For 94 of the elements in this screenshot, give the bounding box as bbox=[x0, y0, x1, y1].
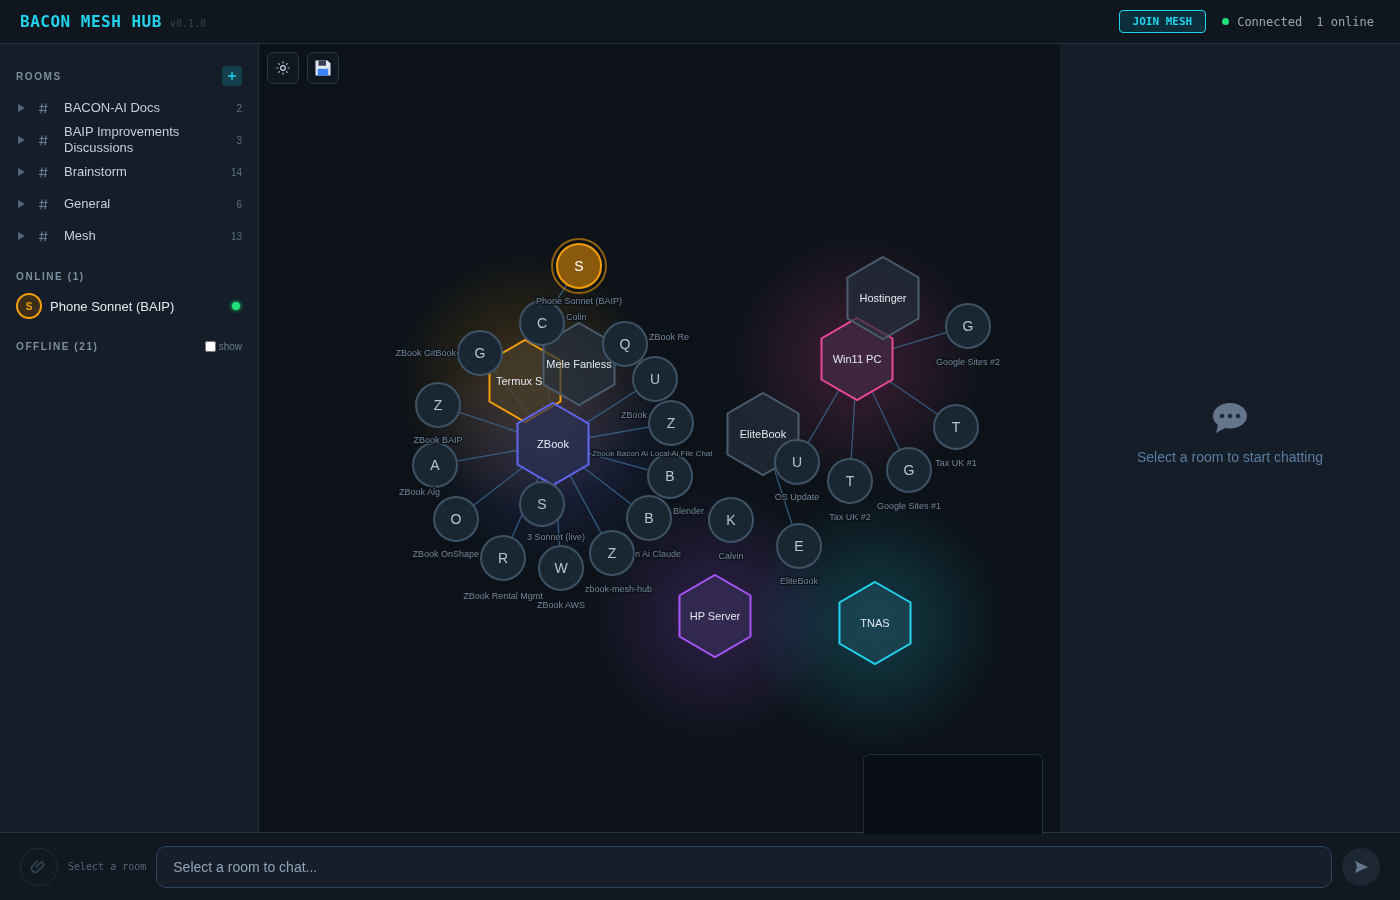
plus-icon bbox=[227, 71, 237, 81]
node-caption: OS Update bbox=[774, 492, 820, 502]
room-count: 3 bbox=[236, 134, 242, 146]
peer-node[interactable]: A bbox=[412, 442, 458, 488]
peer-node[interactable]: O bbox=[433, 496, 479, 542]
node-caption: Blender bbox=[673, 506, 705, 516]
edge-line bbox=[456, 449, 519, 462]
edge-line bbox=[807, 389, 840, 444]
peer-node[interactable]: G bbox=[945, 303, 991, 349]
node-caption: zbook-mesh-hub bbox=[585, 584, 653, 594]
node-caption: ZBook Rental Mgmt bbox=[463, 591, 543, 601]
edge-line bbox=[773, 467, 793, 526]
hash-icon bbox=[39, 102, 48, 114]
room-name: BAIP Improvements Discussions bbox=[64, 124, 181, 156]
connection-status: Connected bbox=[1237, 14, 1303, 29]
peer-node[interactable]: U bbox=[774, 439, 820, 485]
node-caption: ZBook Alg bbox=[399, 487, 441, 497]
settings-button[interactable] bbox=[267, 52, 299, 84]
edge-line bbox=[890, 331, 948, 350]
online-count: 1 online bbox=[1316, 14, 1374, 29]
node-caption: Google Sites #1 bbox=[877, 501, 941, 511]
peer-node[interactable]: E bbox=[776, 523, 822, 569]
node-caption: ZBook bbox=[621, 410, 647, 420]
user-name: Phone Sonnet (BAIP) bbox=[50, 298, 176, 314]
peer-node[interactable]: K bbox=[708, 497, 754, 543]
join-mesh-button[interactable]: JOIN MESH bbox=[1118, 10, 1207, 33]
hub-node[interactable]: Win11 PC bbox=[820, 316, 894, 402]
room-count: 14 bbox=[230, 166, 242, 178]
hash-icon bbox=[39, 134, 48, 146]
user-avatar: S bbox=[16, 293, 42, 319]
room-item[interactable]: BAIP Improvements Discussions 3 bbox=[16, 124, 242, 156]
hash-icon bbox=[39, 198, 48, 210]
peer-node[interactable]: S bbox=[551, 238, 607, 294]
peer-node[interactable]: B bbox=[626, 495, 672, 541]
node-caption: Google Sites #2 bbox=[936, 357, 1000, 367]
peer-node[interactable]: T bbox=[827, 458, 873, 504]
peer-node[interactable]: Z bbox=[415, 382, 461, 428]
room-count: 6 bbox=[236, 198, 242, 210]
node-caption: ZBook BAIP bbox=[413, 435, 463, 445]
save-button[interactable] bbox=[307, 52, 339, 84]
speech-bubble-icon bbox=[1211, 401, 1249, 435]
hub-node[interactable]: TNAS bbox=[838, 580, 912, 666]
version-label: v0.1.0 bbox=[169, 18, 206, 29]
peer-node[interactable]: U bbox=[632, 356, 678, 402]
room-item[interactable]: Brainstorm 14 bbox=[16, 156, 242, 188]
edge-line bbox=[850, 393, 856, 460]
room-name: Brainstorm bbox=[64, 164, 128, 180]
hub-node[interactable]: Hostinger bbox=[846, 255, 920, 341]
room-hint: Select a room bbox=[68, 861, 147, 872]
peer-node[interactable]: S bbox=[519, 481, 565, 527]
peer-node[interactable]: T bbox=[933, 404, 979, 450]
app-logo: BACON MESH HUB bbox=[20, 12, 162, 31]
hash-icon bbox=[39, 166, 48, 178]
paperclip-icon bbox=[30, 857, 48, 876]
add-room-button[interactable] bbox=[222, 66, 242, 86]
peer-node[interactable]: W bbox=[538, 545, 584, 591]
send-icon bbox=[1353, 858, 1369, 875]
node-caption: Tax UK #2 bbox=[829, 512, 871, 522]
send-button[interactable] bbox=[1342, 847, 1380, 886]
message-input[interactable]: Select a room to chat... bbox=[156, 845, 1332, 888]
peer-node[interactable]: G bbox=[886, 447, 932, 493]
node-caption: Tax UK #1 bbox=[935, 458, 977, 468]
peer-node[interactable]: G bbox=[457, 330, 503, 376]
peer-node[interactable]: Z bbox=[648, 400, 694, 446]
show-offline-checkbox[interactable] bbox=[204, 340, 216, 352]
room-item[interactable]: General 6 bbox=[16, 188, 242, 220]
node-caption: ZBook GitBook bbox=[395, 348, 456, 358]
room-item[interactable]: BACON-AI Docs 2 bbox=[16, 92, 242, 124]
room-name: Mesh bbox=[64, 228, 97, 244]
empty-chat-message: Select a room to start chatting bbox=[1137, 449, 1323, 465]
room-count: 2 bbox=[236, 102, 242, 114]
node-caption: 3 Sonnet (live) bbox=[527, 532, 586, 542]
section-heading: OFFLINE (21) bbox=[16, 340, 99, 352]
peer-node[interactable]: Z bbox=[589, 530, 635, 576]
node-caption: EliteBook bbox=[780, 576, 818, 586]
room-name: General bbox=[64, 196, 112, 212]
node-caption: ZBook OnShape bbox=[412, 549, 479, 559]
checkbox-label: show bbox=[218, 340, 242, 352]
hash-icon bbox=[39, 230, 48, 242]
room-item[interactable]: Mesh 13 bbox=[16, 220, 242, 252]
settings-icon bbox=[276, 61, 290, 75]
node-caption: Calvin bbox=[718, 551, 744, 561]
node-caption: n Ai Claude bbox=[635, 549, 682, 559]
node-caption: ZBook AWS bbox=[536, 600, 586, 610]
node-caption: ZBook Re bbox=[649, 332, 690, 342]
hub-node[interactable]: ZBook bbox=[516, 401, 590, 487]
section-heading: ROOMS bbox=[16, 70, 62, 82]
room-count: 13 bbox=[230, 230, 242, 242]
room-name: BACON-AI Docs bbox=[64, 100, 162, 116]
user-item[interactable]: S Phone Sonnet (BAIP) bbox=[16, 292, 242, 320]
peer-node[interactable]: R bbox=[480, 535, 526, 581]
section-heading: ONLINE (1) bbox=[16, 270, 85, 282]
node-caption: Colin bbox=[566, 312, 587, 322]
hub-node[interactable]: HP Server bbox=[678, 573, 752, 659]
